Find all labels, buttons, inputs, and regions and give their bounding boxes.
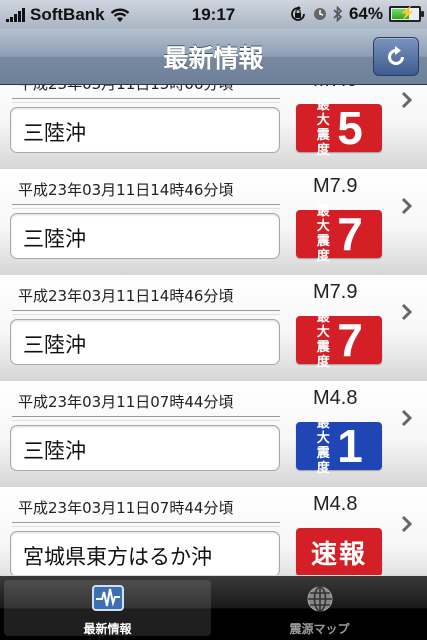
bluetooth-icon: [333, 6, 343, 22]
chevron-right-icon: [401, 409, 413, 427]
battery-percent: 64%: [348, 4, 383, 23]
divider: [12, 522, 280, 527]
badge-label: 最大震度: [316, 310, 330, 370]
chevron-right-icon: [401, 303, 413, 321]
quake-cell[interactable]: 平成23年03月11日07時44分頃 M4.8 三陸沖 最大震度 1: [0, 381, 427, 488]
quake-datetime: 平成23年03月11日14時46分頃: [18, 181, 234, 199]
quake-magnitude: M7.0: [313, 85, 357, 92]
badge-label: 最大震度: [316, 204, 330, 264]
quake-location-box: 三陸沖: [10, 107, 280, 153]
quake-location: 三陸沖: [23, 333, 86, 357]
quake-magnitude: M7.9: [313, 281, 358, 303]
quake-location: 三陸沖: [23, 121, 86, 145]
chevron-right-icon: [401, 91, 413, 109]
quake-location: 宮城県東方はるか沖: [23, 545, 212, 569]
quake-cell[interactable]: 平成23年03月11日07時44分頃 M4.8 宮城県東方はるか沖 速報: [0, 487, 427, 575]
chevron-right-icon: [401, 515, 413, 533]
badge-text: 速報: [310, 539, 367, 570]
rotation-lock-icon: [291, 6, 305, 21]
tab-label-latest: 最新情報: [83, 622, 132, 636]
intensity-badge: 最大震度 7: [296, 204, 382, 264]
intensity-badge: 最大震度 7: [296, 310, 382, 370]
quake-magnitude: M4.8: [313, 387, 358, 409]
globe-icon: [307, 586, 332, 612]
badge-intensity: 1: [337, 420, 363, 472]
page-title: 最新情報: [163, 44, 264, 73]
quake-location: 三陸沖: [23, 227, 86, 251]
earthquake-list: 平成23年03月11日15時06分頃 M7.0 三陸沖 最大震度 5 平成23年…: [0, 85, 427, 575]
intensity-badge: 最大震度 1: [296, 416, 382, 476]
clock-icon: [313, 8, 326, 20]
divider: [12, 416, 280, 421]
quake-location-box: 三陸沖: [10, 319, 280, 365]
refresh-button[interactable]: [373, 37, 419, 76]
tab-label-map: 震源マップ: [289, 622, 350, 636]
quake-datetime: 平成23年03月11日15時06分頃: [18, 85, 233, 94]
quake-location: 三陸沖: [23, 439, 86, 463]
battery-icon: ⚡: [389, 5, 424, 22]
divider: [12, 98, 280, 103]
badge-label: 最大震度: [316, 416, 330, 476]
divider: [12, 310, 280, 315]
divider: [12, 204, 280, 209]
badge-intensity: 7: [337, 208, 363, 260]
tab-epicenter-map[interactable]: 震源マップ: [216, 580, 423, 636]
badge-intensity: 5: [337, 102, 363, 154]
quake-cell[interactable]: 平成23年03月11日14時46分頃 M7.9 三陸沖 最大震度 7: [0, 275, 427, 382]
quake-location-box: 宮城県東方はるか沖: [10, 531, 280, 575]
badge-label: 最大震度: [316, 98, 330, 158]
quake-location-box: 三陸沖: [10, 213, 280, 259]
quake-datetime: 平成23年03月11日07時44分頃: [18, 393, 234, 411]
seismograph-icon: [91, 585, 124, 611]
quake-magnitude: M4.8: [313, 493, 358, 515]
badge-intensity: 7: [337, 314, 363, 366]
tab-latest-info[interactable]: 最新情報: [4, 580, 211, 636]
status-bar: SoftBank 19:17 64% ⚡: [0, 0, 427, 29]
quake-datetime: 平成23年03月11日14時46分頃: [18, 287, 234, 305]
chevron-right-icon: [401, 197, 413, 215]
quake-magnitude: M7.9: [313, 175, 358, 197]
quake-datetime: 平成23年03月11日07時44分頃: [18, 499, 234, 517]
navigation-bar: 最新情報: [0, 29, 427, 85]
quake-cell[interactable]: 平成23年03月11日14時46分頃 M7.9 三陸沖 最大震度 7: [0, 169, 427, 276]
refresh-icon: [388, 45, 404, 65]
quake-cell[interactable]: 平成23年03月11日15時06分頃 M7.0 三陸沖 最大震度 5: [0, 85, 427, 170]
tab-bar: 最新情報 震源マップ: [0, 576, 427, 640]
intensity-badge: 最大震度 5: [296, 98, 382, 158]
quake-location-box: 三陸沖: [10, 425, 280, 471]
status-right: 64% ⚡: [289, 4, 424, 24]
intensity-badge: 速報: [296, 528, 382, 575]
